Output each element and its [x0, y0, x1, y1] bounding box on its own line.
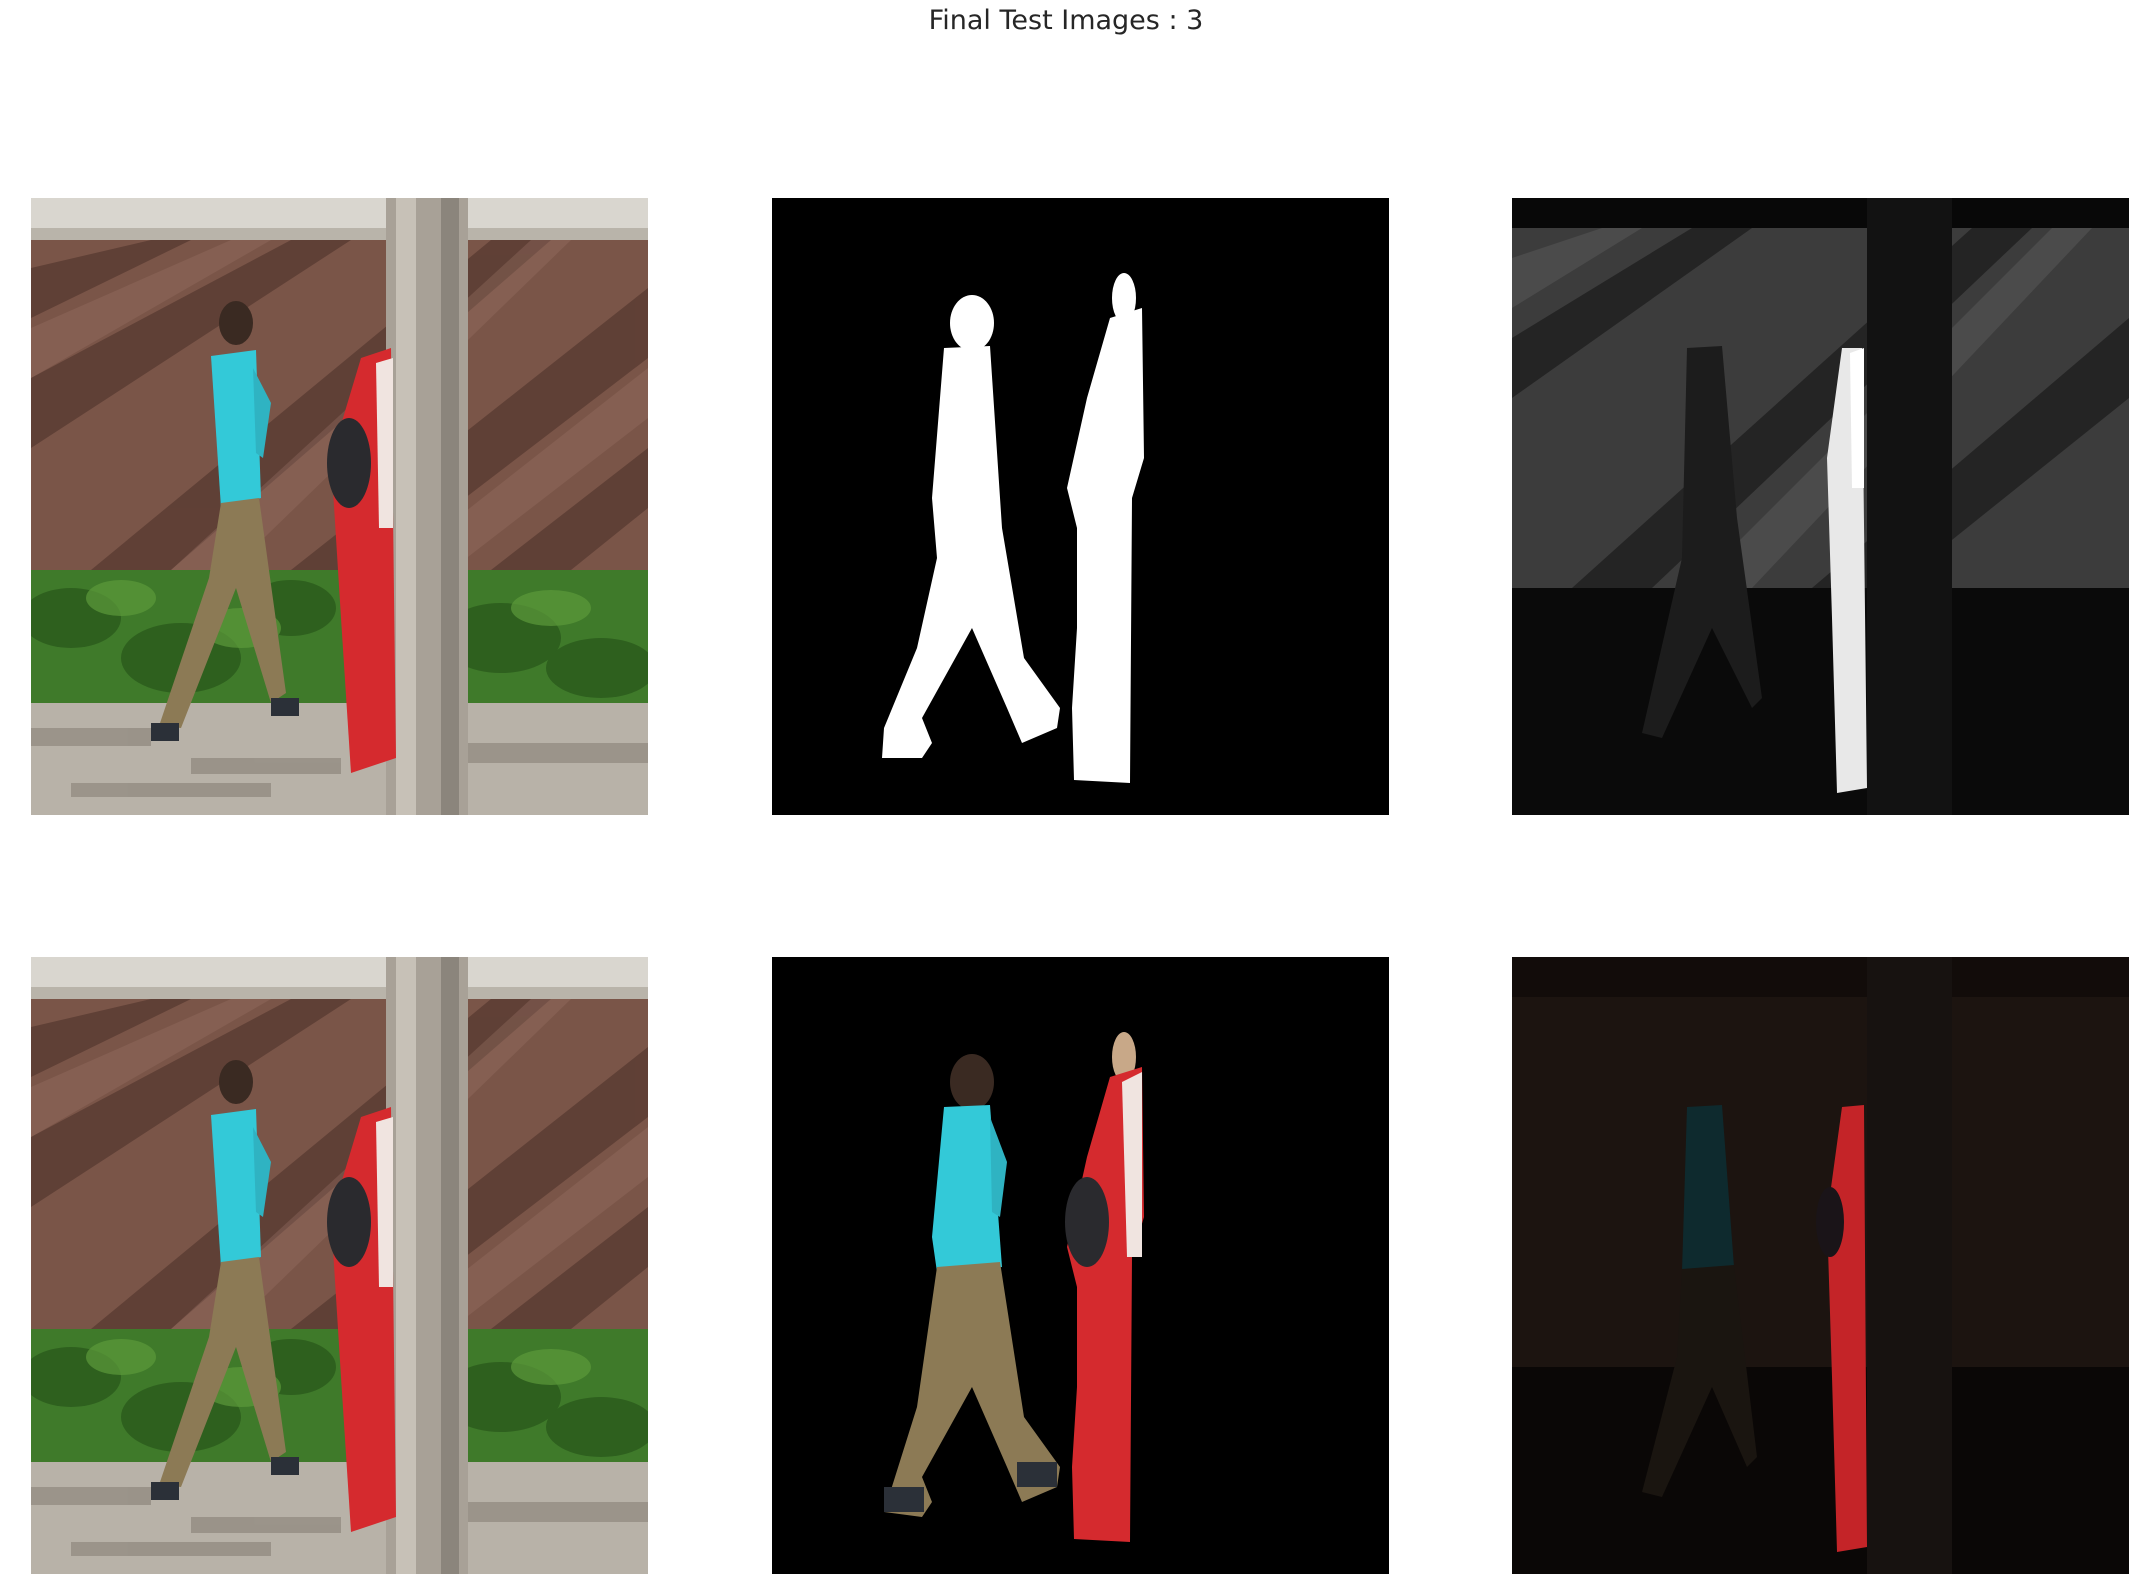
masked-ground-truth-panel — [772, 957, 1389, 1574]
figure-title: Final Test Images : 3 — [928, 5, 1204, 36]
ground-truth-mask-image — [772, 198, 1389, 815]
masked-ground-truth-image — [772, 957, 1389, 1574]
input-image-panel — [31, 198, 648, 815]
predicted-mask-image — [1512, 198, 2129, 815]
street-scene-image — [31, 198, 648, 815]
input-image-panel — [31, 957, 648, 1574]
street-scene-image — [31, 957, 648, 1574]
masked-prediction-image — [1512, 957, 2129, 1574]
masked-prediction-panel — [1512, 957, 2129, 1574]
ground-truth-mask-panel — [772, 198, 1389, 815]
predicted-mask-panel — [1512, 198, 2129, 815]
